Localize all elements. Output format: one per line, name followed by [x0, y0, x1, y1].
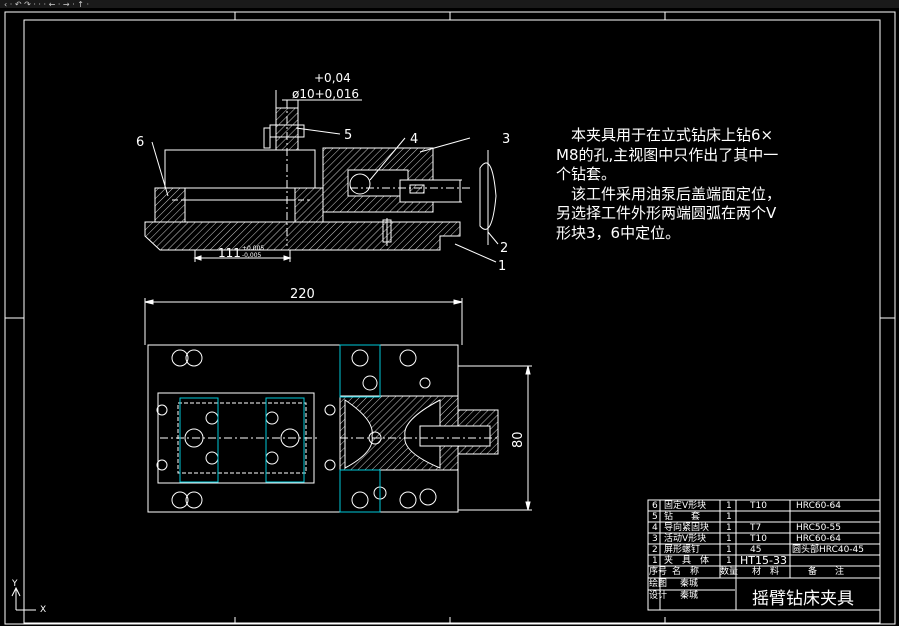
designer-label: 设计 [649, 591, 668, 601]
dim-111-tol-upper: +0,005 [242, 245, 264, 252]
designer-name: 秦城 [680, 591, 699, 601]
bom-header-remark: 备 注 [808, 567, 845, 577]
bom-name: 夹 具 体 [664, 556, 710, 566]
bom-material: T7 [750, 523, 762, 533]
bom-header-material: 材 料 [752, 567, 780, 577]
bom-material: T10 [750, 534, 767, 544]
balloon-6: 6 [136, 135, 144, 150]
bom-qty: 1 [726, 512, 732, 522]
bom-no: 6 [652, 501, 658, 511]
dim-tol-upper: +0,04 [314, 71, 351, 85]
cad-drawing-canvas[interactable]: ‹ · ↶ ↷ · · · ← · → · ↑ · 5 6 4 3 2 1 +0… [0, 0, 899, 626]
front-section-view[interactable] [144, 100, 497, 262]
balloon-4: 4 [410, 132, 418, 147]
note-paragraph-1: 本夹具用于在立式钻床上钻6× M8的孔,主视图中只作出了其中一个钻套。 [556, 126, 779, 183]
drafter-name: 秦城 [680, 579, 699, 589]
bom-qty: 1 [726, 545, 732, 555]
bom-qty: 1 [726, 556, 732, 566]
bom-no: 1 [652, 556, 658, 566]
bom-header-qty: 数量 [720, 567, 739, 577]
bom-name: 活动V形块 [664, 534, 707, 544]
ucs-y-label: Y [11, 579, 18, 589]
drafter-label: 绘图 [649, 579, 668, 589]
balloon-2: 2 [500, 241, 508, 256]
dim-220-value: 220 [290, 287, 315, 302]
dim-hole-dia: ø10+0,016 [292, 87, 359, 101]
dim-80-value: 80 [511, 431, 526, 448]
zone-ticks [5, 12, 895, 623]
bom-remark: HRC50-55 [796, 523, 842, 533]
bom-name: 固定V形块 [664, 501, 707, 511]
bom-remark: 圆头部HRC40-45 [792, 545, 865, 555]
bom-qty: 1 [726, 534, 732, 544]
bom-name: 屏形螺钉 [664, 545, 701, 555]
bom-no: 5 [652, 512, 658, 522]
bom-material: T10 [750, 501, 767, 511]
bom-material: HT15-33 [740, 554, 787, 567]
bom-header-name: 名 称 [672, 567, 700, 577]
dim-111-value: 111 [218, 246, 241, 260]
dim-220 [144, 298, 463, 345]
bom-qty: 1 [726, 523, 732, 533]
ucs-x-label: X [40, 605, 46, 615]
plan-view[interactable] [147, 344, 500, 513]
outer-frame [4, 11, 896, 625]
note-paragraph-2: 该工件采用油泵后盖端面定位，另选择工件外形两端圆弧在两个V形块3，6中定位。 [556, 184, 782, 242]
balloon-5: 5 [344, 128, 352, 143]
bom-name: 钻 套 [664, 512, 701, 522]
toolbar-fragment[interactable]: ‹ · ↶ ↷ · · · ← · → · ↑ · [4, 0, 89, 9]
bom-remark: HRC60-64 [796, 501, 842, 511]
bom-no: 4 [652, 523, 658, 533]
bom-name: 导向紧固块 [664, 523, 710, 533]
balloon-3: 3 [502, 132, 510, 147]
drawing-title: 摇臂钻床夹具 [752, 589, 854, 609]
bom-no: 3 [652, 534, 658, 544]
toolbar-strip[interactable] [0, 0, 899, 8]
bom-header-no: 序号 [649, 567, 668, 577]
dim-111-tol-lower: -0,005 [242, 252, 262, 259]
bom-no: 2 [652, 545, 658, 555]
balloon-1: 1 [498, 259, 506, 274]
bom-remark: HRC60-64 [796, 534, 842, 544]
description-note: 本夹具用于在立式钻床上钻6× M8的孔,主视图中只作出了其中一个钻套。 该工件采… [556, 126, 786, 243]
bom-qty: 1 [726, 501, 732, 511]
